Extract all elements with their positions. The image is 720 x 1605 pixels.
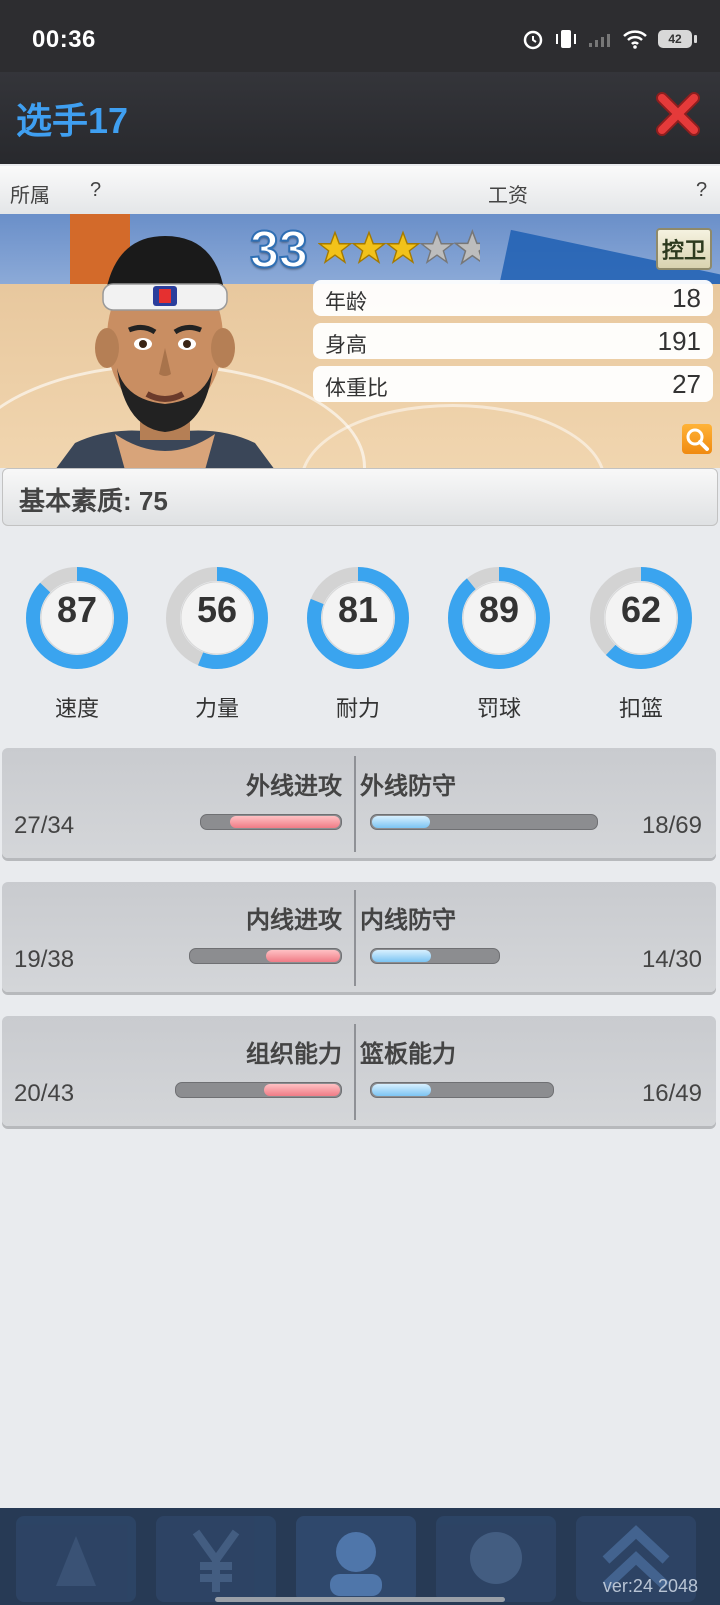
stat-name-left: 外线进攻	[246, 773, 342, 800]
skill-ring-stamina: 81 耐力	[305, 555, 411, 721]
nav-tab-finance[interactable]	[156, 1516, 276, 1602]
skill-ring-free-throw: 89 罚球	[446, 555, 552, 721]
skill-value: 56	[196, 589, 238, 630]
skill-label: 耐力	[335, 696, 380, 721]
skill-ring-dunk: 62 扣篮	[588, 555, 694, 721]
yen-icon	[192, 1529, 240, 1592]
search-icon	[686, 428, 709, 451]
close-icon	[656, 92, 700, 136]
nav-tab-games[interactable]	[436, 1516, 556, 1602]
skill-value: 81	[337, 589, 379, 630]
team-value: ?	[90, 179, 102, 201]
skill-ring-strength: 56 力量	[164, 555, 270, 721]
version-text: ver:24 2048	[602, 1576, 698, 1596]
nav-tab-team[interactable]	[16, 1516, 136, 1602]
player-avatar	[56, 236, 274, 468]
wifi-icon	[623, 30, 647, 49]
info-row: 所属 ? 工资 ?	[0, 166, 720, 215]
stat-value-left: 20/43	[14, 1080, 75, 1107]
stat-card-playmaking: 组织能力 篮板能力 20/43 16/49	[2, 1016, 716, 1126]
star-full-icon	[352, 230, 386, 264]
skill-label: 速度	[54, 696, 99, 721]
attr-label: 体重比	[325, 377, 388, 400]
attr-label: 年龄	[325, 291, 367, 314]
attr-height: 身高 191	[313, 323, 713, 359]
status-bar: 00:36 42	[0, 0, 720, 72]
signal-icon	[589, 34, 610, 47]
stat-value-right: 14/30	[641, 946, 702, 973]
stat-card-perimeter: 外线进攻 外线防守 27/34 18/69	[2, 748, 716, 858]
ball-icon	[470, 1532, 522, 1584]
position-badge: 控卫	[656, 228, 712, 270]
team-label: 所属	[10, 185, 50, 207]
team-icon	[56, 1536, 96, 1586]
star-half-icon	[454, 228, 480, 266]
stat-name-right: 外线防守	[360, 773, 456, 800]
star-full-icon	[386, 230, 420, 264]
card-divider	[354, 756, 356, 852]
vibrate-icon	[556, 30, 576, 48]
stat-bar-fill	[230, 816, 340, 828]
attr-value: 18	[672, 283, 701, 313]
salary-value: ?	[696, 179, 708, 201]
star-empty-icon	[420, 230, 454, 264]
alarm-icon	[523, 30, 543, 50]
skill-ring-speed: 87 速度	[24, 555, 130, 721]
stat-bar-fill	[265, 950, 340, 962]
star-full-icon	[318, 230, 352, 264]
close-button[interactable]	[654, 90, 702, 138]
attr-value: 191	[657, 326, 701, 356]
attr-label: 身高	[325, 334, 367, 357]
skill-label: 罚球	[476, 696, 521, 721]
stat-bar-fill	[372, 816, 431, 828]
stat-bar-right	[370, 948, 500, 964]
stat-name-left: 内线进攻	[246, 907, 342, 934]
skill-value: 62	[620, 589, 662, 630]
basic-quality-bar: 基本素质: 75	[2, 468, 718, 526]
player-level: 33	[249, 220, 309, 280]
star-rating	[318, 224, 480, 272]
basic-quality-label: 基本素质: 75	[19, 486, 168, 516]
stat-bar-right	[370, 814, 598, 830]
card-divider	[354, 1024, 356, 1120]
player-banner: 33 控卫 年龄 18 身高 191 体重比 27	[0, 214, 720, 468]
skill-value: 89	[478, 589, 520, 630]
nav-tab-players[interactable]	[296, 1516, 416, 1602]
stat-bar-fill	[372, 1084, 431, 1096]
salary-label: 工资	[488, 185, 528, 207]
stat-value-right: 18/69	[641, 812, 702, 839]
stat-bar-fill	[372, 950, 431, 962]
status-time: 00:36	[32, 26, 96, 53]
stat-card-inside: 内线进攻 内线防守 19/38 14/30	[2, 882, 716, 992]
bottom-nav: ver:24 2048	[0, 1508, 720, 1605]
status-icons: 42	[522, 28, 697, 50]
search-button[interactable]	[682, 424, 712, 454]
battery-icon: 42	[658, 30, 697, 48]
home-indicator[interactable]	[215, 1597, 505, 1602]
stat-name-right: 篮板能力	[360, 1041, 456, 1068]
stat-value-left: 27/34	[14, 812, 75, 839]
title-bar: 选手17	[0, 72, 720, 164]
skill-rings: 87 速度 56 力量 81 耐力 89 罚球 62 扣篮	[0, 555, 720, 725]
attr-value: 27	[672, 369, 701, 399]
players-icon	[330, 1532, 382, 1596]
stat-name-left: 组织能力	[246, 1041, 342, 1068]
page-title: 选手17	[16, 100, 129, 141]
stat-bar-left	[189, 948, 342, 964]
stat-value-left: 19/38	[14, 946, 75, 973]
attr-weight-ratio: 体重比 27	[313, 366, 713, 402]
skill-label: 力量	[194, 696, 239, 721]
stat-name-right: 内线防守	[360, 907, 456, 934]
stat-bar-left	[200, 814, 342, 830]
attr-age: 年龄 18	[313, 280, 713, 316]
stat-bar-left	[175, 1082, 342, 1098]
skill-label: 扣篮	[618, 696, 663, 721]
stat-bar-fill	[264, 1084, 340, 1096]
card-divider	[354, 890, 356, 986]
skill-value: 87	[56, 589, 98, 630]
stat-bar-right	[370, 1082, 554, 1098]
stat-value-right: 16/49	[641, 1080, 702, 1107]
